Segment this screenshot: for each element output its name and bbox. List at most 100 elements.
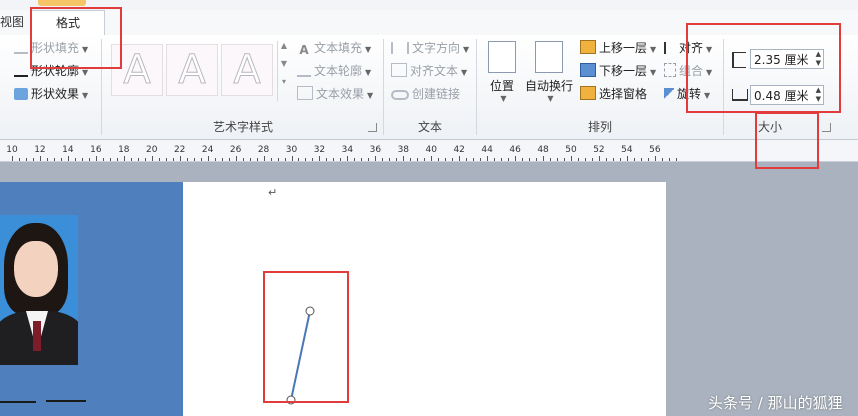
ruler-tick: [144, 158, 146, 161]
title-bar: [0, 0, 858, 10]
align-text-button[interactable]: 对齐文本 ▼: [391, 62, 467, 80]
ruler-tick-label: 50: [565, 145, 577, 155]
chevron-down-icon: ▼: [365, 45, 372, 54]
ruler-tick-label: 28: [257, 145, 270, 155]
bring-forward-icon: [580, 40, 596, 54]
ruler-tick: [277, 158, 279, 161]
ruler-tick: [186, 158, 188, 161]
ruler-tick: [640, 158, 642, 161]
bring-forward-label: 上移一层: [599, 41, 648, 55]
create-link-button[interactable]: 创建链接: [391, 85, 460, 103]
ruler-tick-label: 30: [285, 145, 298, 155]
ruler-tick: [333, 158, 335, 161]
ruler-tick: [347, 156, 349, 161]
ruler-tick: [396, 158, 398, 161]
text-outline-button[interactable]: 文本轮廓 ▼: [297, 62, 371, 80]
ruler-tick-label: 38: [397, 145, 410, 155]
ruler-tick: [515, 156, 517, 161]
chevron-down-icon: ▼: [650, 68, 657, 77]
ruler-tick: [326, 158, 328, 161]
ruler-tick: [675, 158, 677, 161]
position-button[interactable]: 位置 ▼: [484, 41, 520, 103]
text-fill-button[interactable]: A 文本填充 ▼: [297, 39, 371, 57]
ruler-tick: [109, 158, 111, 161]
ruler-tick-label: 32: [313, 145, 326, 155]
text-effects-button[interactable]: 文本效果 ▼: [297, 85, 373, 103]
ruler-tick: [473, 158, 475, 161]
shape-effects-button[interactable]: 形状效果 ▼: [14, 85, 88, 103]
ruler-tick: [571, 156, 572, 161]
ruler-tick: [207, 156, 209, 161]
ruler-tick: [158, 158, 160, 161]
ruler-tick-label: 22: [173, 145, 186, 155]
text-fill-label: 文本填充: [314, 41, 363, 55]
profile-photo[interactable]: [0, 215, 78, 365]
pencil-icon: [14, 63, 28, 77]
highlight-format-tab: [30, 7, 122, 69]
ruler-tick: [487, 156, 489, 161]
text-group-label: 文本: [417, 120, 442, 134]
ruler-tick: [501, 158, 503, 161]
bring-forward-button[interactable]: 上移一层 ▼: [580, 39, 656, 57]
ruler-tick: [291, 156, 293, 161]
ruler-tick-label: 40: [425, 145, 437, 155]
ruler-tick: [81, 158, 83, 161]
send-backward-label: 下移一层: [599, 64, 648, 78]
ruler-tick: [550, 158, 552, 161]
chevron-down-icon: ▼: [547, 94, 554, 103]
ruler-tick: [312, 158, 314, 161]
ruler-tick: [263, 156, 265, 161]
ruler-tick: [102, 158, 104, 161]
selection-pane-icon: [580, 86, 596, 100]
wrap-text-icon: [535, 41, 563, 73]
wordart-style-3[interactable]: A: [221, 44, 273, 96]
ruler-tick: [480, 158, 482, 161]
selection-pane-button[interactable]: 选择窗格: [580, 85, 647, 103]
align-text-label: 对齐文本: [410, 64, 459, 78]
ruler-tick: [403, 156, 405, 161]
ruler-tick: [151, 156, 153, 161]
ruler-tick-label: 14: [62, 145, 74, 155]
ruler-tick: [116, 158, 118, 161]
ruler-tick: [228, 158, 230, 161]
ruler-tick: [382, 158, 384, 161]
ruler-tick-label: 54: [621, 145, 633, 155]
wrap-text-label: 自动换行: [524, 79, 573, 93]
ruler-tick: [361, 158, 363, 161]
ruler-tick: [172, 158, 174, 161]
send-backward-button[interactable]: 下移一层 ▼: [580, 62, 656, 80]
ruler-tick: [389, 158, 391, 161]
shape-effects-icon: [14, 88, 28, 100]
ruler-tick-label: 20: [146, 145, 158, 155]
ruler-tick-label: 16: [90, 145, 102, 155]
document-page[interactable]: [183, 182, 666, 416]
ruler-tick: [424, 158, 426, 161]
ruler-tick: [605, 158, 607, 161]
text-direction-button[interactable]: 文字方向 ▼: [391, 39, 469, 57]
wordart-group-label: 艺术字样式: [212, 120, 273, 134]
wordart-gallery-scroll[interactable]: ▲ ▼ ▾: [277, 41, 290, 101]
paint-bucket-icon: [14, 40, 28, 54]
text-effects-label: 文本效果: [316, 87, 365, 101]
text-underline: [0, 401, 36, 403]
ruler-tick: [67, 156, 69, 161]
wrap-text-button[interactable]: 自动换行 ▼: [523, 41, 575, 103]
ruler-tick: [256, 158, 258, 161]
wordart-style-2[interactable]: A: [166, 44, 218, 96]
ruler-tick: [626, 156, 628, 161]
tab-view[interactable]: 视图: [0, 10, 24, 35]
ruler-tick: [459, 156, 461, 161]
ruler-tick: [410, 158, 412, 161]
chevron-down-icon: ▼: [365, 68, 372, 77]
horizontal-ruler[interactable]: 10 12 14 16 18 20 22 24 26 28 30 32 34 36 38 40 42 44 46 48…: [0, 140, 858, 162]
ruler-tick-label: 24: [201, 145, 214, 155]
drawing-tools-context-header: [38, 0, 86, 6]
chevron-down-icon: ▼: [463, 45, 470, 54]
size-dialog-launcher[interactable]: [822, 123, 831, 132]
wordart-dialog-launcher[interactable]: [368, 123, 377, 132]
ruler-tick: [242, 158, 244, 161]
paragraph-mark: ↵: [268, 186, 278, 199]
link-icon: [391, 90, 409, 100]
ruler-tick: [165, 158, 167, 161]
ruler-tick: [74, 158, 76, 161]
